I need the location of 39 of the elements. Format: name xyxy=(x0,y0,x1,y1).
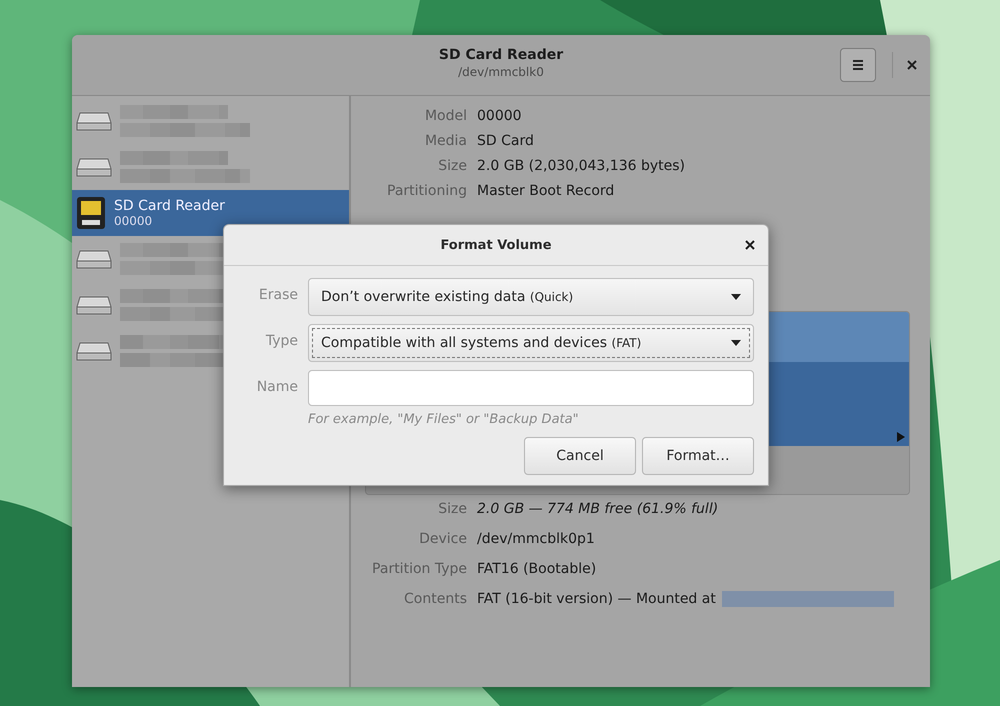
menu-icon xyxy=(852,59,864,71)
field-label: Media xyxy=(424,133,467,149)
name-field[interactable] xyxy=(308,370,754,406)
field-label: Contents xyxy=(403,591,467,607)
cancel-button[interactable]: Cancel xyxy=(524,437,636,475)
format-button[interactable]: Format… xyxy=(642,437,754,475)
close-icon xyxy=(745,240,755,250)
field-label: Erase xyxy=(258,286,298,303)
field-label: Type xyxy=(264,332,298,349)
field-value: FAT16 (Bootable) xyxy=(477,561,596,577)
field-value: Master Boot Record xyxy=(477,183,616,199)
caret-icon xyxy=(731,294,741,300)
sd-card-icon xyxy=(76,196,106,230)
caret-icon xyxy=(731,340,741,346)
field-value: FAT (16-bit version) — Mounted at xyxy=(477,591,716,607)
window-title: SD Card Reader xyxy=(438,47,564,63)
field-value: 2.0 GB (2,030,043,136 bytes) xyxy=(477,158,686,174)
field-value: 2.0 GB — 774 MB free (61.9% full) xyxy=(477,501,718,517)
field-label: Device xyxy=(418,531,467,547)
field-value: SD Card xyxy=(477,133,535,149)
field-label: Partitioning xyxy=(386,183,467,199)
field-label: Name xyxy=(256,378,298,395)
helper-text: For example, "My Files" or "Backup Data" xyxy=(308,412,580,427)
field-label: Size xyxy=(437,501,467,517)
window-subtitle: /dev/mmcblk0 xyxy=(458,65,544,79)
drive-serial: 00000 xyxy=(114,214,154,228)
field-label: Partition Type xyxy=(371,561,467,577)
field-value: 00000 xyxy=(477,108,523,124)
menu-button[interactable] xyxy=(840,48,876,82)
dropdown[interactable]: Don’t overwrite existing data (Quick) xyxy=(308,278,754,316)
arrow-right-icon xyxy=(897,432,905,442)
close-icon xyxy=(906,60,916,70)
field-value: /dev/mmcblk0p1 xyxy=(477,531,595,547)
field-label: Size xyxy=(437,158,467,174)
field-label: Model xyxy=(424,108,467,124)
dialog-title: Format Volume xyxy=(440,238,552,252)
drive-name: SD Card Reader xyxy=(114,198,225,214)
dropdown[interactable]: Compatible with all systems and devices (FAT) xyxy=(308,324,754,362)
close-button[interactable] xyxy=(892,52,918,78)
